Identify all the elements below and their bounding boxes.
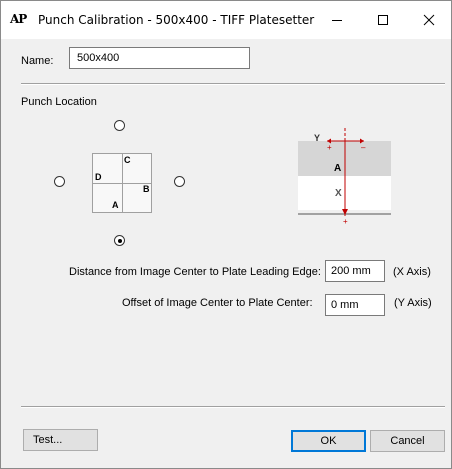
test-button[interactable]: Test... <box>23 429 98 451</box>
y-plus-label: + <box>327 143 332 152</box>
minimize-button[interactable] <box>314 1 360 39</box>
punch-location-right-radio[interactable] <box>174 176 185 187</box>
maximize-button[interactable] <box>360 1 406 39</box>
close-button[interactable] <box>406 1 452 39</box>
close-icon <box>423 14 435 26</box>
quadrant-label-d: D <box>95 172 102 182</box>
name-input[interactable]: 500x400 <box>69 47 250 69</box>
distance-input[interactable]: 200 mm <box>325 260 385 282</box>
y-minus-label: – <box>361 143 366 152</box>
title-bar[interactable]: AP Punch Calibration - 500x400 - TIFF Pl… <box>1 1 451 39</box>
x-plus-label: + <box>343 217 348 224</box>
cancel-button[interactable]: Cancel <box>370 430 445 452</box>
y-label: Y <box>314 133 320 143</box>
app-icon: AP <box>10 12 27 26</box>
quadrant-label-c: C <box>124 155 131 165</box>
punch-location-top-radio[interactable] <box>114 120 125 131</box>
ok-button[interactable]: OK <box>291 430 366 452</box>
distance-label: Distance from Image Center to Plate Lead… <box>69 266 321 278</box>
punch-location-label: Punch Location <box>21 96 97 108</box>
window-title: Punch Calibration - 500x400 - TIFF Plate… <box>38 13 315 27</box>
distance-axis-label: (X Axis) <box>393 266 431 278</box>
separator <box>21 83 445 85</box>
punch-calibration-dialog: AP Punch Calibration - 500x400 - TIFF Pl… <box>0 0 452 469</box>
offset-label: Offset of Image Center to Plate Center: <box>122 297 313 309</box>
maximize-icon <box>378 15 388 25</box>
punch-location-left-radio[interactable] <box>54 176 65 187</box>
quadrant-label-a: A <box>112 200 119 210</box>
minimize-icon <box>332 20 342 21</box>
quadrant-diagram: C D B A <box>92 153 152 213</box>
a-label: A <box>334 163 341 174</box>
offset-axis-label: (Y Axis) <box>394 297 432 309</box>
offset-input[interactable]: 0 mm <box>325 294 385 316</box>
plate-offset-diagram: Y + – A X + <box>298 128 391 224</box>
x-label: X <box>335 188 342 199</box>
name-label: Name: <box>21 55 54 67</box>
quadrant-label-b: B <box>143 184 150 194</box>
separator <box>21 406 445 408</box>
punch-location-bottom-radio[interactable] <box>114 235 125 246</box>
